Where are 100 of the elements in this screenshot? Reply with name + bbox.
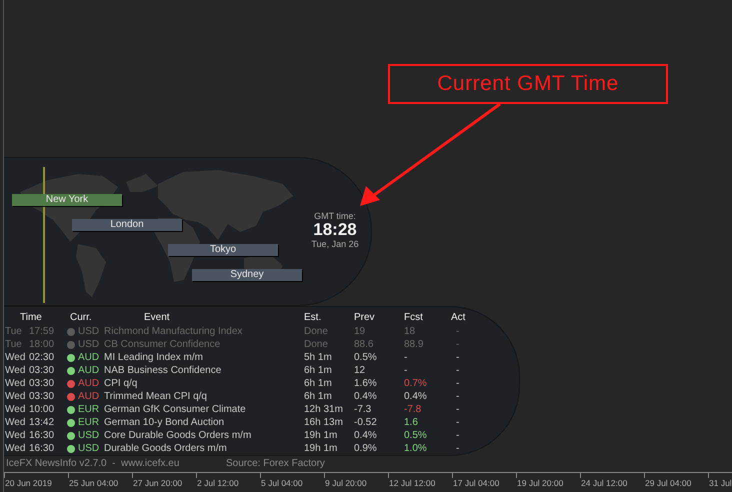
table-cell-text: 12 <box>354 365 366 376</box>
table-cell-text: 1.0% <box>404 443 428 454</box>
table-cell: USD <box>78 339 100 350</box>
session-bar: Sydney <box>192 269 302 281</box>
table-cell: 10:00 <box>29 404 54 415</box>
table-cell-text: 12h 31m <box>304 404 344 415</box>
table-cell-text: Core Durable Goods Orders m/m <box>104 430 252 441</box>
table-cell-text: CPI q/q <box>104 378 138 389</box>
axis-label: 27 Jun 20:00 <box>133 478 182 488</box>
table-cell-text: 0.4% <box>354 391 378 402</box>
table-cell-text: Done <box>304 339 329 350</box>
axis-label: 2 Jul 12:00 <box>197 478 239 488</box>
table-cell: USD <box>78 443 100 454</box>
table-cell-text: Wed <box>5 352 26 363</box>
table-cell: 03:30 <box>29 378 54 389</box>
table-cell-text: Done <box>304 326 329 337</box>
table-cell-text: Wed <box>5 404 26 415</box>
table-cell-text: -0.52 <box>354 417 378 428</box>
table-cell-text: German 10-y Bond Auction <box>104 417 226 428</box>
table-cell-text: - <box>404 352 408 363</box>
table-cell-text: Wed <box>5 365 26 376</box>
table-cell-text: - <box>455 417 460 428</box>
table-cell-text: 0.4% <box>354 430 378 441</box>
table-cell-text: 88.6 <box>354 339 374 350</box>
table-cell: AUD <box>78 365 100 376</box>
session-bar: Tokyo <box>168 244 278 256</box>
axis-label: 17 Jul 04:00 <box>453 478 500 488</box>
gmt-date: Tue, Jan 26 <box>311 239 359 249</box>
table-cell-text: Wed <box>5 391 26 402</box>
table-cell: AUD <box>78 391 100 402</box>
gmt-time: 18:28 <box>313 221 357 239</box>
axis-label: 5 Jul 04:00 <box>261 478 303 488</box>
table-cell-text: 6h 1m <box>304 391 333 402</box>
table-cell-text: NAB Business Confidence <box>104 365 222 376</box>
table-cell-text: - <box>455 339 460 350</box>
annotation-callout: Current GMT Time <box>388 64 668 104</box>
column-header: Act <box>451 312 466 323</box>
table-cell-text: 19 <box>354 326 366 337</box>
session-bar: New York <box>12 194 122 206</box>
table-cell: EUR <box>78 404 100 415</box>
table-cell-text: 6h 1m <box>304 365 333 376</box>
table-cell: 13:42 <box>29 417 54 428</box>
table-cell-text: - <box>455 404 460 415</box>
table-cell-text: Tue <box>5 326 23 337</box>
table-cell-text: Tue <box>5 339 23 350</box>
column-header: Prev <box>354 312 376 323</box>
table-cell: AUD <box>78 378 100 389</box>
axis-label: 20 Jun 2019 <box>5 478 52 488</box>
table-cell-text: Wed <box>5 417 26 428</box>
table-cell: USD <box>78 326 100 337</box>
axis-label: 29 Jul 04:00 <box>645 478 692 488</box>
table-cell-text: - <box>455 443 460 454</box>
table-cell: AUD <box>78 352 100 363</box>
table-cell-text: - <box>455 365 460 376</box>
gmt-time-label: GMT time: <box>314 211 356 221</box>
table-cell-text: CB Consumer Confidence <box>104 339 222 350</box>
table-cell-text: - <box>455 352 460 363</box>
table-cell: 16:30 <box>29 443 54 454</box>
table-cell: 18:00 <box>29 339 54 350</box>
axis-label: 25 Jun 04:00 <box>69 478 118 488</box>
table-cell-text: 18 <box>404 326 416 337</box>
table-cell-text: - <box>455 391 460 402</box>
table-cell: 16:30 <box>29 430 54 441</box>
table-cell: 03:30 <box>29 365 54 376</box>
table-cell-text: - <box>404 365 408 376</box>
version-text: IceFX NewsInfo v2.7.0 - www.icefx.eu <box>6 458 180 468</box>
table-cell-text: MI Leading Index m/m <box>104 352 204 363</box>
table-cell-text: 0.4% <box>404 391 428 402</box>
table-cell-text: 19h 1m <box>304 430 338 441</box>
table-cell-text: Wed <box>5 378 26 389</box>
table-cell-text: 0.5% <box>354 352 378 363</box>
column-header: Fcst <box>404 312 424 323</box>
table-cell-text: Trimmed Mean CPI q/q <box>104 391 208 402</box>
table-cell-text: 1.6 <box>404 417 419 428</box>
table-cell-text: 16h 13m <box>304 417 344 428</box>
table-cell: 03:30 <box>29 391 54 402</box>
table-cell: 17:59 <box>29 326 54 337</box>
table-cell-text: 88.9 <box>404 339 424 350</box>
table-cell-text: Wed <box>5 443 26 454</box>
axis-label: 31 Jul <box>709 478 732 488</box>
table-cell-text: - <box>455 326 460 337</box>
source-text: Source: Forex Factory <box>226 458 325 468</box>
axis-label: 9 Jul 20:00 <box>325 478 367 488</box>
table-cell-text: 0.7% <box>404 378 428 389</box>
table-cell-text: Richmond Manufacturing Index <box>104 326 244 337</box>
session-bar: London <box>72 219 182 231</box>
table-cell-text: 19h 1m <box>304 443 338 454</box>
column-header: Time <box>19 312 43 323</box>
table-cell-text: -7.3 <box>354 404 372 415</box>
axis-label: 24 Jul 12:00 <box>581 478 628 488</box>
table-cell-text: 0.9% <box>354 443 378 454</box>
table-cell-text: -7.8 <box>404 404 422 415</box>
table-cell-text: Durable Goods Orders m/m <box>104 443 228 454</box>
table-cell: USD <box>78 430 100 441</box>
table-cell-text: - <box>455 430 460 441</box>
column-header: Est. <box>304 312 322 323</box>
table-cell-text: German GfK Consumer Climate <box>104 404 247 415</box>
table-cell-text: 5h 1m <box>304 352 333 363</box>
column-header: Event <box>143 312 171 323</box>
axis-label: 12 Jul 12:00 <box>389 478 436 488</box>
